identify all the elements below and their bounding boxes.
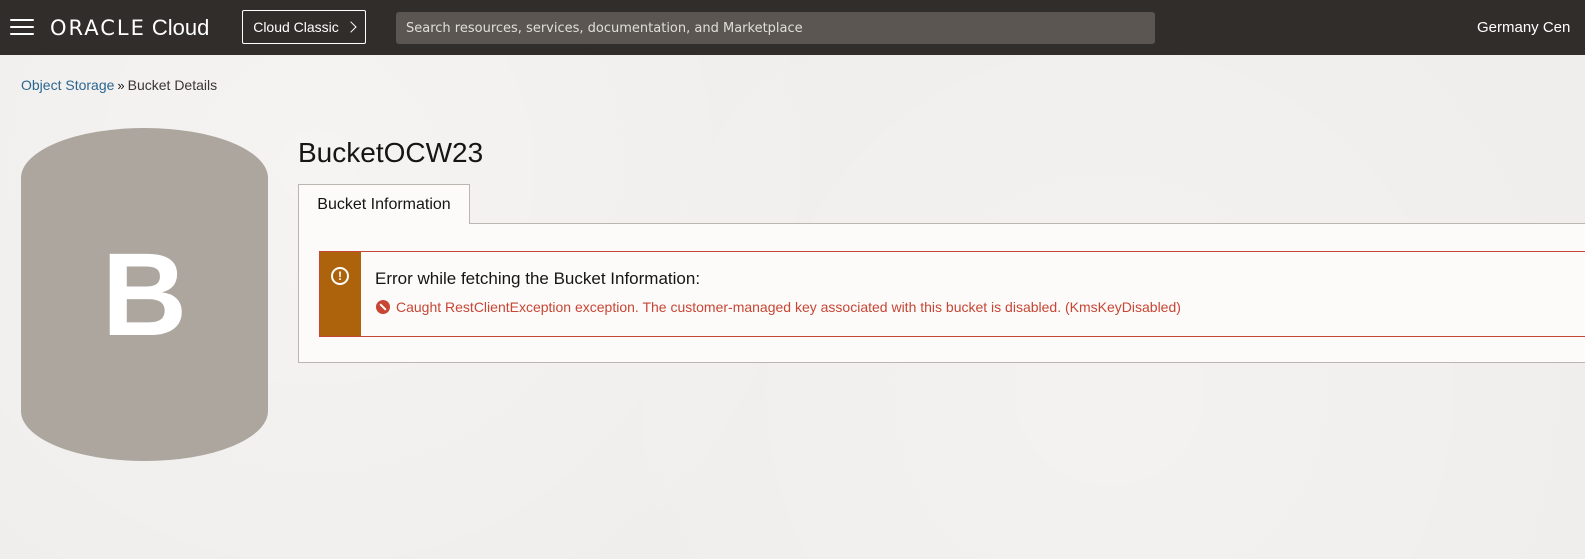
- search-input[interactable]: [404, 19, 1155, 37]
- error-stop-icon: [376, 300, 390, 314]
- bucket-avatar: B: [21, 128, 268, 461]
- breadcrumb-current: Bucket Details: [127, 77, 218, 93]
- page-title: BucketOCW23: [298, 136, 484, 168]
- cloud-classic-label: Cloud Classic: [253, 19, 339, 35]
- search-box[interactable]: [396, 12, 1155, 44]
- brand-cloud-text: Cloud: [151, 15, 210, 40]
- page: ORACLE Cloud Cloud Classic Germany Cen O…: [0, 0, 1585, 559]
- error-alert: ! Error while fetching the Bucket Inform…: [319, 251, 1585, 337]
- breadcrumb-separator: »: [117, 78, 125, 93]
- alert-message-row: Caught RestClientException exception. Th…: [376, 299, 1181, 315]
- chevron-right-icon: [345, 21, 357, 33]
- bucket-avatar-letter: B: [101, 228, 188, 361]
- tab-label: Bucket Information: [317, 195, 451, 213]
- oracle-cloud-logo[interactable]: ORACLE Cloud: [50, 14, 209, 42]
- top-navigation-bar: ORACLE Cloud Cloud Classic Germany Cen: [0, 0, 1585, 55]
- tab-panel: ! Error while fetching the Bucket Inform…: [298, 223, 1585, 363]
- exclamation-circle-icon: !: [331, 267, 349, 285]
- alert-message: Caught RestClientException exception. Th…: [396, 299, 1181, 315]
- breadcrumb: Object Storage» Bucket Details: [21, 77, 217, 93]
- alert-title: Error while fetching the Bucket Informat…: [375, 269, 701, 288]
- tab-bucket-information[interactable]: Bucket Information: [298, 184, 470, 224]
- hamburger-menu-icon[interactable]: [10, 17, 34, 37]
- alert-accent-bar: !: [320, 252, 361, 336]
- brand-oracle-text: ORACLE: [50, 16, 146, 40]
- breadcrumb-object-storage-link[interactable]: Object Storage: [21, 77, 114, 93]
- cloud-classic-button[interactable]: Cloud Classic: [242, 10, 366, 44]
- region-selector[interactable]: Germany Cen: [1477, 19, 1570, 36]
